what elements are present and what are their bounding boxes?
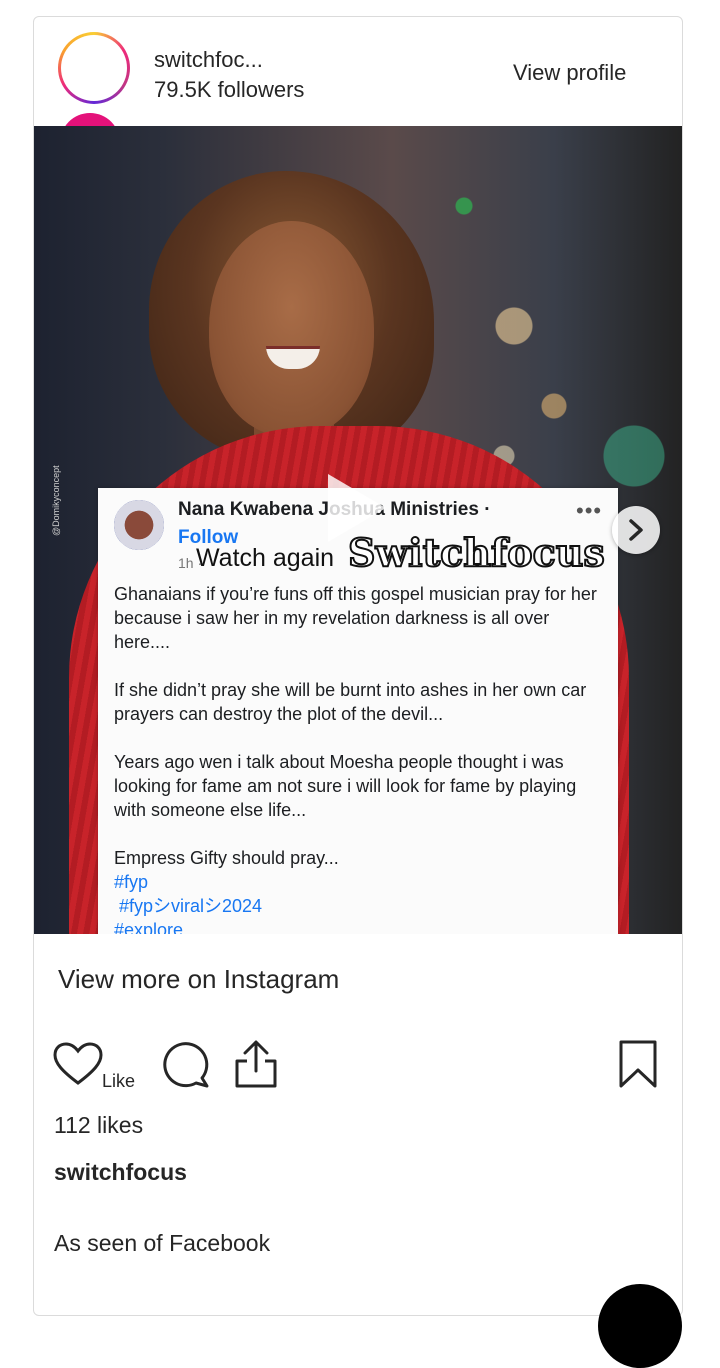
fb-hashtag: #explore — [114, 920, 184, 934]
fb-hashtag: #fypシviralシ2024 — [119, 896, 263, 916]
post-caption: As seen of Facebook — [54, 1230, 271, 1256]
bookmark-icon — [619, 1040, 657, 1088]
fb-paragraph: Ghanaians if you’re funs off this gospel… — [114, 584, 597, 652]
fb-paragraph: Years ago wen i talk about Moesha people… — [114, 752, 577, 820]
comment-button[interactable] — [161, 1041, 211, 1094]
fb-avatar — [114, 500, 164, 550]
share-button[interactable] — [233, 1039, 279, 1094]
comment-icon — [163, 1042, 209, 1088]
like-label: Like — [102, 1071, 136, 1091]
share-icon — [235, 1040, 277, 1088]
view-profile-link[interactable]: View profile — [513, 60, 626, 86]
fb-post-text: Ghanaians if you’re funs off this gospel… — [114, 582, 610, 934]
fb-hashtag: #fyp — [114, 872, 149, 892]
save-button[interactable] — [618, 1039, 658, 1094]
post-media[interactable]: @Domikyconcept Nana Kwabena Joshua Minis… — [34, 126, 682, 934]
photo-watermark: @Domikyconcept — [51, 465, 61, 536]
chevron-right-icon — [629, 519, 643, 541]
username[interactable]: switchfoc... — [154, 47, 263, 73]
followers-count: 79.5K followers — [154, 77, 305, 102]
post-author[interactable]: switchfocus — [54, 1159, 187, 1186]
view-more-link[interactable]: View more on Instagram — [58, 964, 339, 995]
photo-face — [209, 221, 374, 436]
profile-avatar[interactable] — [58, 32, 130, 104]
floating-action-button[interactable] — [598, 1284, 682, 1368]
like-button[interactable] — [52, 1041, 104, 1092]
brand-overlay-text: Switchfocus — [347, 529, 606, 576]
instagram-embed-card: switchfoc... 79.5K followers View profil… — [33, 16, 683, 1316]
fb-paragraph: Empress Gifty should pray... — [114, 848, 339, 868]
fb-more-icon: ••• — [576, 498, 603, 523]
likes-count: 112 likes — [54, 1112, 144, 1138]
fb-paragraph: If she didn’t pray she will be burnt int… — [114, 680, 587, 724]
heart-icon — [53, 1042, 103, 1085]
next-slide-button[interactable] — [612, 506, 660, 554]
post-header: switchfoc... 79.5K followers View profil… — [34, 17, 682, 173]
watch-again-label[interactable]: Watch again — [196, 544, 334, 573]
